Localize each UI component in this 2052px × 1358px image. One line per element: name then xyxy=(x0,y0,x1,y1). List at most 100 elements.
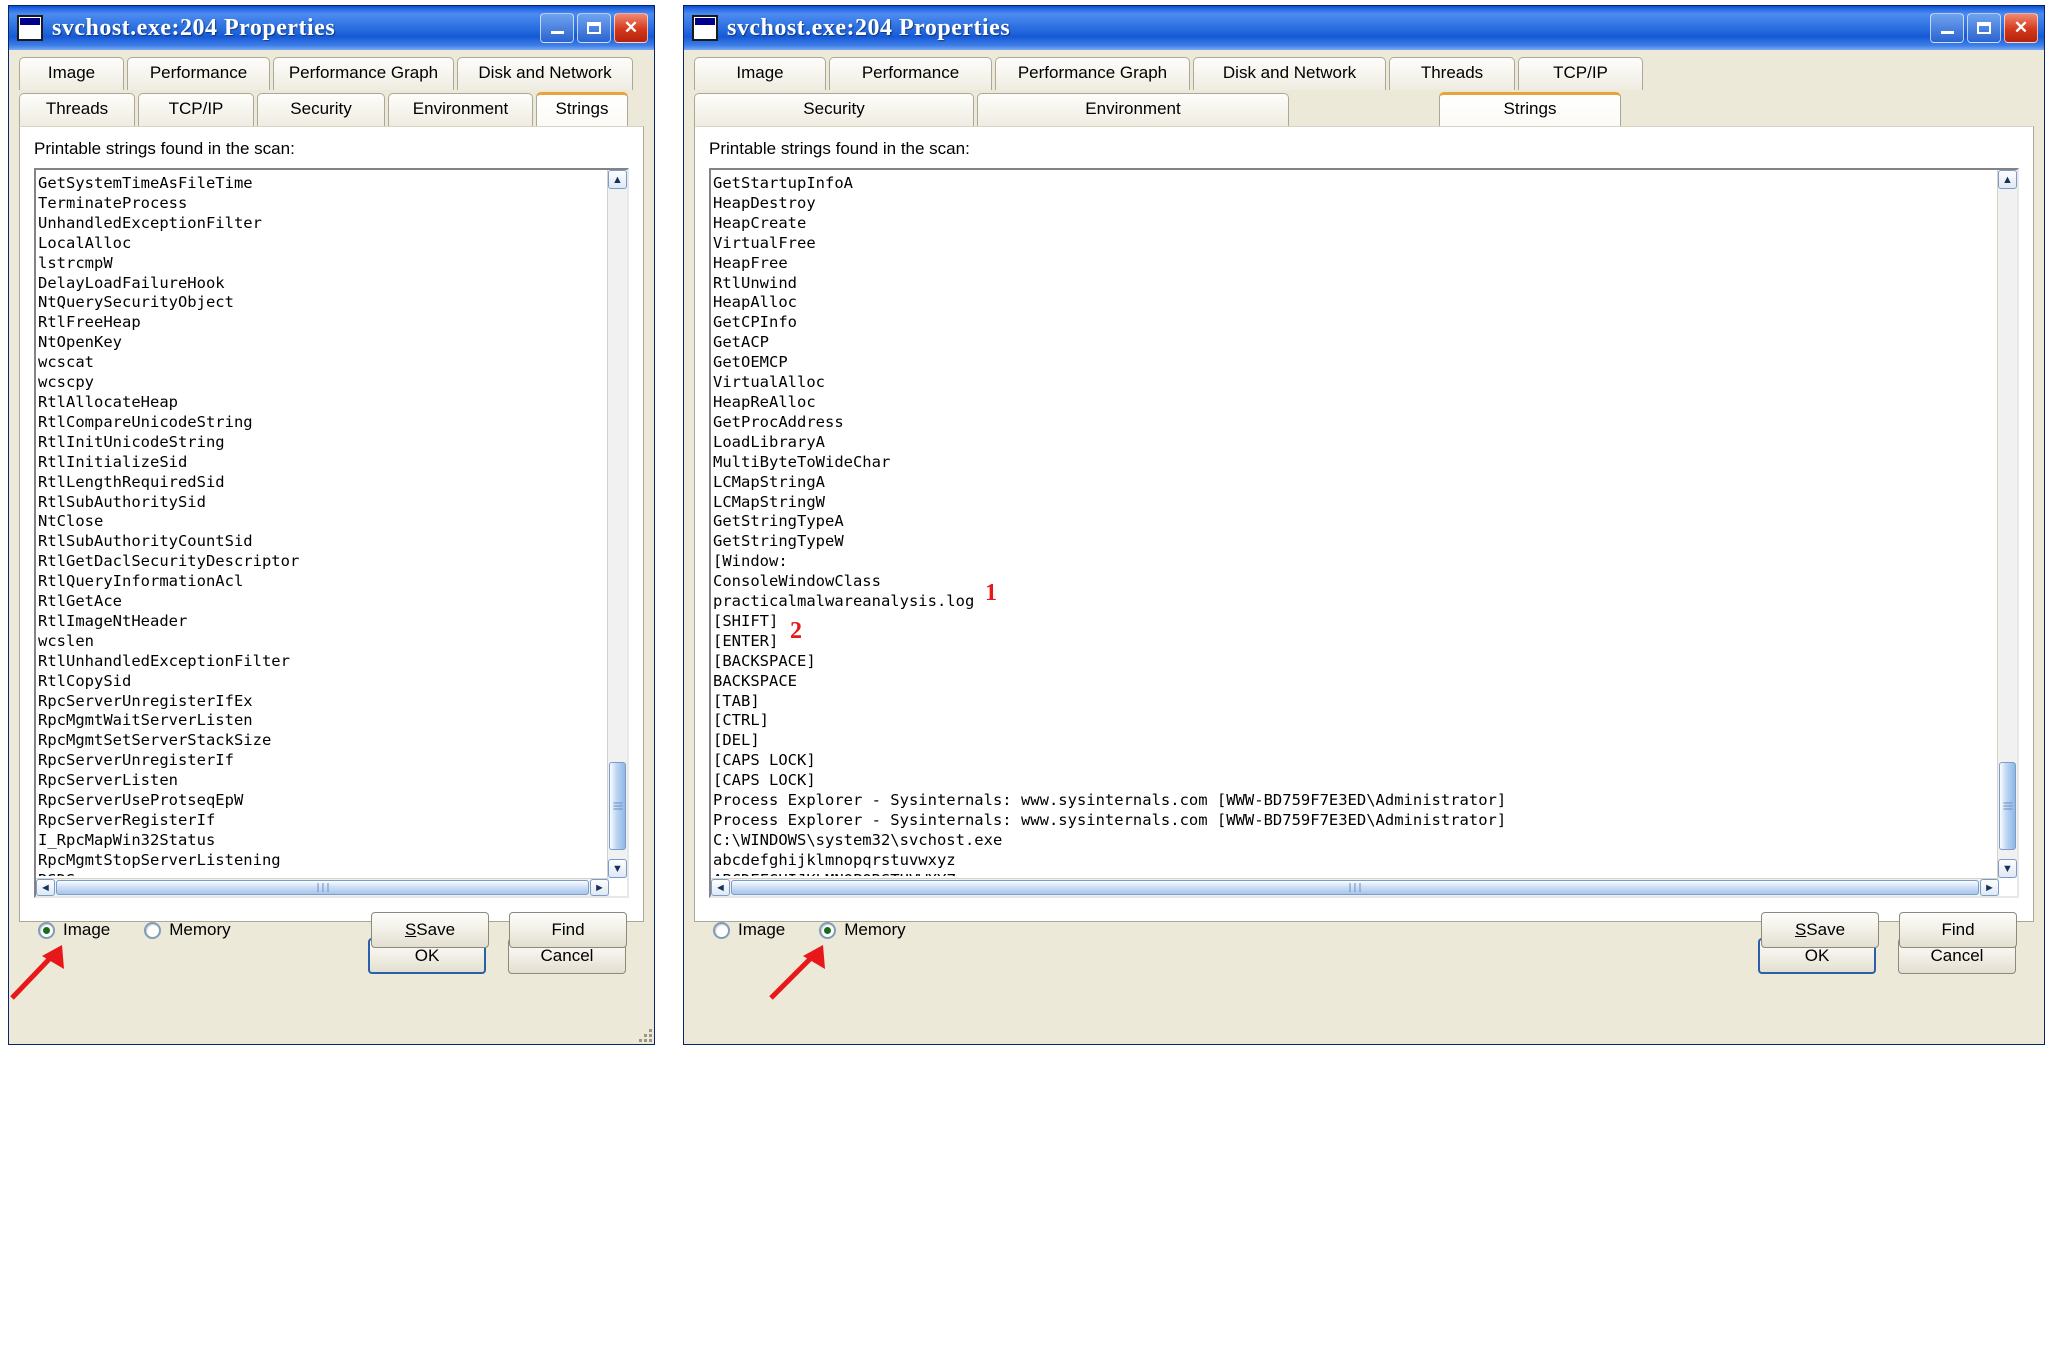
string-row[interactable]: HeapFree xyxy=(713,254,1995,274)
maximize-button[interactable] xyxy=(1967,13,2001,43)
string-row[interactable]: ConsoleWindowClass xyxy=(713,572,1995,592)
string-row[interactable]: practicalmalwareanalysis.log xyxy=(713,592,1995,612)
tab-disk-and-network[interactable]: Disk and Network xyxy=(457,57,633,90)
string-row[interactable]: RtlAllocateHeap xyxy=(38,393,605,413)
tab-strip[interactable]: Image Performance Performance Graph Disk… xyxy=(9,50,654,126)
strings-listbox[interactable]: GetSystemTimeAsFileTime TerminateProcess U… xyxy=(34,168,629,898)
string-row[interactable]: RtlSubAuthorityCountSid xyxy=(38,532,605,552)
string-row[interactable]: NtOpenKey xyxy=(38,333,605,353)
string-row[interactable]: RtlCopySid xyxy=(38,672,605,692)
properties-window-left[interactable]: svchost.exe:204 Properties ✕ Image Perfo… xyxy=(8,5,655,1045)
string-row[interactable]: I_RpcMapWin32Status xyxy=(38,831,605,851)
tab-strings[interactable]: Strings xyxy=(536,92,628,126)
tab-performance-graph[interactable]: Performance Graph xyxy=(995,57,1190,90)
horizontal-scrollbar[interactable]: ◄ ► xyxy=(711,878,1999,896)
string-row[interactable]: MultiByteToWideChar xyxy=(713,453,1995,473)
string-row[interactable]: RtlInitUnicodeString xyxy=(38,433,605,453)
radio-image[interactable]: Image xyxy=(713,920,785,940)
string-row[interactable]: RtlGetDaclSecurityDescriptor xyxy=(38,552,605,572)
string-row[interactable]: wcscpy xyxy=(38,373,605,393)
tab-strip[interactable]: Image Performance Performance Graph Disk… xyxy=(684,50,2044,126)
scroll-down-icon[interactable]: ▼ xyxy=(608,859,627,878)
string-row[interactable]: RtlFreeHeap xyxy=(38,313,605,333)
string-row[interactable]: GetStartupInfoA xyxy=(713,174,1995,194)
string-row[interactable]: RtlLengthRequiredSid xyxy=(38,473,605,493)
string-row[interactable]: [BACKSPACE] xyxy=(713,652,1995,672)
tab-threads[interactable]: Threads xyxy=(19,93,135,126)
string-row[interactable]: GetOEMCP xyxy=(713,353,1995,373)
string-row[interactable]: RpcServerUnregisterIfEx xyxy=(38,692,605,712)
string-row[interactable]: BACKSPACE xyxy=(713,672,1995,692)
tab-row-2[interactable]: Threads TCP/IP Security Environment Stri… xyxy=(19,92,644,126)
string-row[interactable]: RtlSubAuthoritySid xyxy=(38,493,605,513)
string-row[interactable]: VirtualAlloc xyxy=(713,373,1995,393)
string-row[interactable]: RpcServerUnregisterIf xyxy=(38,751,605,771)
string-row[interactable]: GetSystemTimeAsFileTime xyxy=(38,174,605,194)
radio-memory-dot[interactable] xyxy=(144,921,162,939)
string-row[interactable]: LCMapStringW xyxy=(713,493,1995,513)
string-row[interactable]: [SHIFT] xyxy=(713,612,1995,632)
tab-row-1[interactable]: Image Performance Performance Graph Disk… xyxy=(694,57,2034,90)
string-row[interactable]: wcslen xyxy=(38,632,605,652)
string-row[interactable]: GetStringTypeW xyxy=(713,532,1995,552)
tab-security[interactable]: Security xyxy=(257,93,385,126)
string-row[interactable]: [Window: xyxy=(713,552,1995,572)
string-row[interactable]: [TAB] xyxy=(713,692,1995,712)
string-row[interactable]: LCMapStringA xyxy=(713,473,1995,493)
string-row[interactable]: RpcMgmtStopServerListening xyxy=(38,851,605,871)
vertical-scroll-thumb[interactable] xyxy=(609,762,626,850)
scroll-up-icon[interactable]: ▲ xyxy=(608,170,627,189)
tab-row-2[interactable]: Security Environment Strings xyxy=(694,92,2034,126)
tab-strings[interactable]: Strings xyxy=(1439,92,1621,126)
string-row[interactable]: RtlUnhandledExceptionFilter xyxy=(38,652,605,672)
save-button[interactable]: S Save xyxy=(371,912,489,948)
radio-memory[interactable]: Memory xyxy=(144,920,231,940)
string-row[interactable]: GetACP xyxy=(713,333,1995,353)
string-row[interactable]: HeapCreate xyxy=(713,214,1995,234)
tab-performance[interactable]: Performance xyxy=(127,57,270,90)
minimize-button[interactable] xyxy=(540,13,574,43)
string-row[interactable]: [DEL] xyxy=(713,731,1995,751)
find-button[interactable]: Find xyxy=(509,912,627,948)
string-row[interactable]: HeapAlloc xyxy=(713,293,1995,313)
string-row[interactable]: [CAPS LOCK] xyxy=(713,771,1995,791)
string-row[interactable]: RpcMgmtWaitServerListen xyxy=(38,711,605,731)
source-options-row[interactable]: Image Memory S Save Find xyxy=(695,898,2033,948)
string-row[interactable]: GetProcAddress xyxy=(713,413,1995,433)
radio-memory-dot[interactable] xyxy=(819,921,837,939)
string-row[interactable]: Process Explorer - Sysinternals: www.sys… xyxy=(713,791,1995,811)
maximize-button[interactable] xyxy=(577,13,611,43)
horizontal-scroll-thumb[interactable] xyxy=(731,880,1979,895)
radio-image-dot[interactable] xyxy=(38,921,55,939)
horizontal-scrollbar[interactable]: ◄ ► xyxy=(36,878,609,896)
string-row[interactable]: C:\WINDOWS\system32\svchost.exe xyxy=(713,831,1995,851)
tab-row-1[interactable]: Image Performance Performance Graph Disk… xyxy=(19,57,644,90)
tab-tcpip[interactable]: TCP/IP xyxy=(138,93,254,126)
string-row[interactable]: [CTRL] xyxy=(713,711,1995,731)
title-bar[interactable]: svchost.exe:204 Properties ✕ xyxy=(684,6,2044,50)
string-row[interactable]: RpcServerListen xyxy=(38,771,605,791)
string-row[interactable]: RtlImageNtHeader xyxy=(38,612,605,632)
string-row[interactable]: RpcMgmtSetServerStackSize xyxy=(38,731,605,751)
tab-security[interactable]: Security xyxy=(694,93,974,126)
radio-image[interactable]: Image xyxy=(38,920,110,940)
string-row[interactable]: RpcServerUseProtseqEpW xyxy=(38,791,605,811)
scroll-right-icon[interactable]: ► xyxy=(1980,879,1999,896)
string-row[interactable]: RtlUnwind xyxy=(713,274,1995,294)
string-row[interactable]: Process Explorer - Sysinternals: www.sys… xyxy=(713,811,1995,831)
string-row[interactable]: LoadLibraryA xyxy=(713,433,1995,453)
string-row[interactable]: RtlGetAce xyxy=(38,592,605,612)
window-controls[interactable]: ✕ xyxy=(540,13,650,43)
string-row[interactable]: NtQuerySecurityObject xyxy=(38,293,605,313)
scroll-left-icon[interactable]: ◄ xyxy=(711,879,730,896)
tab-disk-and-network[interactable]: Disk and Network xyxy=(1193,57,1386,90)
close-icon[interactable]: ✕ xyxy=(2004,13,2038,43)
string-row[interactable]: RpcServerRegisterIf xyxy=(38,811,605,831)
string-row[interactable]: ABCDEFGHIJKLMNOPQRSTUVWXYZ xyxy=(713,871,1995,876)
properties-window-right[interactable]: svchost.exe:204 Properties ✕ Image Perfo… xyxy=(683,5,2045,1045)
tab-image[interactable]: Image xyxy=(694,57,826,90)
string-row[interactable]: RSDS xyxy=(38,871,605,876)
scroll-left-icon[interactable]: ◄ xyxy=(36,879,55,896)
window-controls[interactable]: ✕ xyxy=(1930,13,2040,43)
string-row[interactable]: GetStringTypeA xyxy=(713,512,1995,532)
